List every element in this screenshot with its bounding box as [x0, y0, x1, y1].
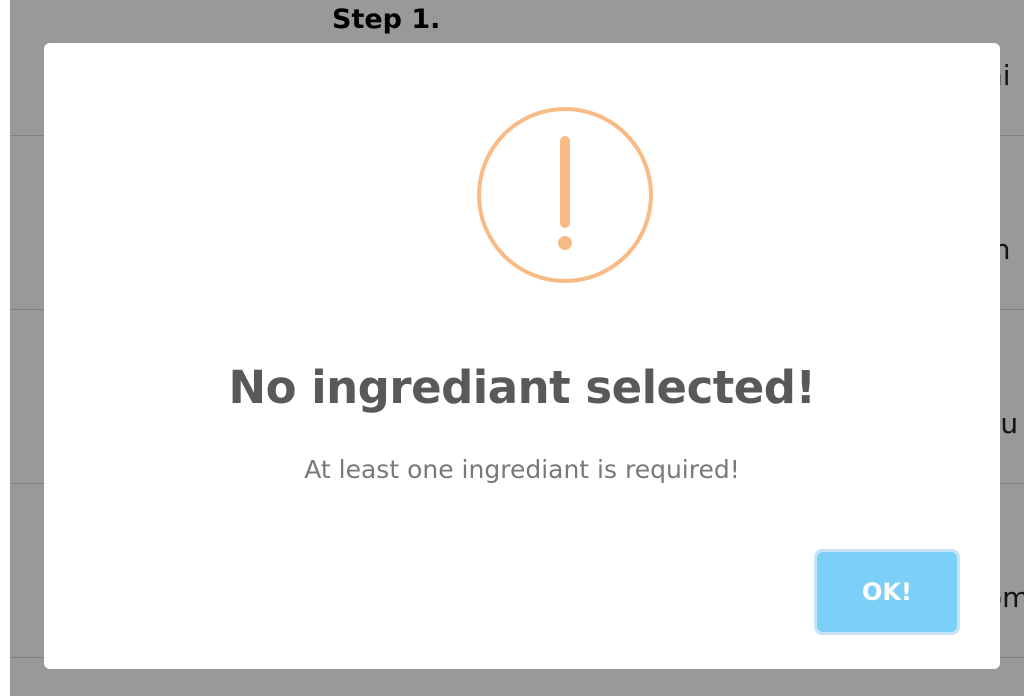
ok-button[interactable]: OK! [814, 549, 960, 635]
page: Step 1. hi in cu om No ingrediant select… [0, 0, 1026, 696]
ok-button-label: OK! [862, 578, 912, 606]
window-edge [0, 0, 10, 696]
warning-exclamation-icon [477, 107, 653, 283]
dialog-message: At least one ingrediant is required! [304, 455, 740, 484]
dialog-title: No ingrediant selected! [228, 361, 816, 414]
alert-dialog: No ingrediant selected! At least one ing… [44, 43, 1000, 669]
